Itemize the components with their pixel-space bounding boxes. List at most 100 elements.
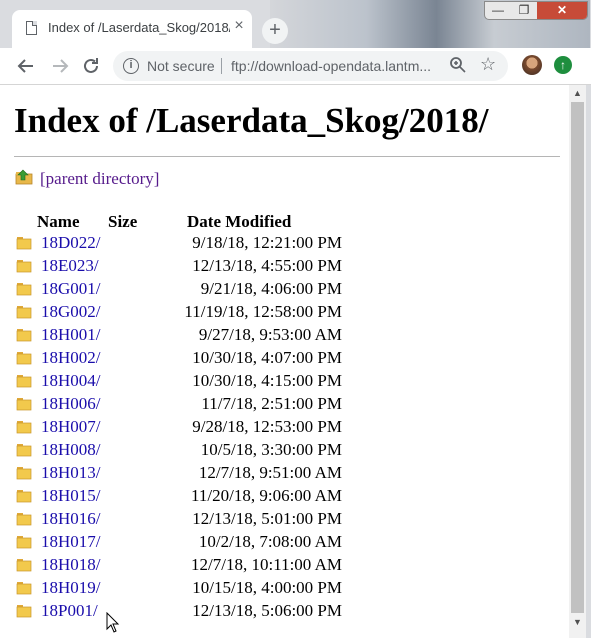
url-text[interactable]: ftp://download-opendata.lantm... bbox=[231, 58, 441, 74]
entry-name-link[interactable]: 18H007/ bbox=[41, 417, 101, 437]
entry-name-link[interactable]: 18H015/ bbox=[41, 486, 101, 506]
table-row: 18H019/10/15/18, 4:00:00 PM bbox=[0, 578, 560, 601]
entry-date: 9/27/18, 9:53:00 AM bbox=[198, 325, 342, 344]
security-label[interactable]: Not secure bbox=[147, 58, 215, 74]
column-header-size[interactable]: Size bbox=[108, 212, 137, 232]
table-row: 18E023/12/13/18, 4:55:00 PM bbox=[0, 256, 560, 279]
table-row: 18H015/11/20/18, 9:06:00 AM bbox=[0, 486, 560, 509]
star-icon[interactable]: ☆ bbox=[480, 54, 496, 75]
table-row: 18G002/11/19/18, 12:58:00 PM bbox=[0, 302, 560, 325]
entry-name-link[interactable]: 18E023/ bbox=[41, 256, 99, 276]
entry-date: 9/28/18, 12:53:00 PM bbox=[192, 417, 342, 436]
folder-icon bbox=[16, 605, 32, 618]
page-icon bbox=[26, 21, 37, 35]
parent-folder-icon bbox=[15, 169, 33, 185]
divider bbox=[14, 156, 560, 157]
parent-directory-link[interactable]: [parent directory] bbox=[40, 169, 159, 189]
entry-date: 10/30/18, 4:15:00 PM bbox=[192, 371, 342, 390]
entry-name-link[interactable]: 18H001/ bbox=[41, 325, 101, 345]
arrow-left-icon bbox=[17, 59, 33, 73]
page-content: Index of /Laserdata_Skog/2018/ [parent d… bbox=[0, 85, 569, 638]
extension-icon[interactable]: ↑ bbox=[554, 56, 572, 74]
table-row: 18H001/9/27/18, 9:53:00 AM bbox=[0, 325, 560, 348]
folder-icon bbox=[16, 260, 32, 273]
entry-name-link[interactable]: 18H017/ bbox=[41, 532, 101, 552]
table-row: 18H018/12/7/18, 10:11:00 AM bbox=[0, 555, 560, 578]
table-row: 18P001/12/13/18, 5:06:00 PM bbox=[0, 601, 560, 624]
entry-name-link[interactable]: 18H008/ bbox=[41, 440, 101, 460]
entry-date: 12/13/18, 4:55:00 PM bbox=[192, 256, 342, 275]
reload-icon bbox=[84, 58, 98, 73]
scroll-up-icon[interactable]: ▲ bbox=[569, 85, 586, 101]
folder-icon bbox=[16, 513, 32, 526]
folder-icon bbox=[16, 490, 32, 503]
entry-name-link[interactable]: 18H016/ bbox=[41, 509, 101, 529]
entry-date: 12/7/18, 10:11:00 AM bbox=[191, 555, 342, 574]
column-header-date[interactable]: Date Modified bbox=[187, 212, 291, 232]
scroll-down-icon[interactable]: ▼ bbox=[569, 614, 586, 630]
cursor-icon bbox=[106, 612, 120, 633]
folder-icon bbox=[16, 444, 32, 457]
column-header-name[interactable]: Name bbox=[37, 212, 79, 232]
folder-icon bbox=[16, 398, 32, 411]
info-icon[interactable]: i bbox=[123, 58, 139, 74]
folder-icon bbox=[16, 582, 32, 595]
reload-button[interactable] bbox=[79, 54, 103, 78]
window-border bbox=[586, 85, 591, 638]
folder-icon bbox=[16, 306, 32, 319]
maximize-button[interactable]: ❐ bbox=[511, 2, 537, 19]
browser-tab[interactable]: Index of /Laserdata_Skog/2018/ × bbox=[12, 10, 252, 48]
table-row: 18H008/10/5/18, 3:30:00 PM bbox=[0, 440, 560, 463]
entry-name-link[interactable]: 18G001/ bbox=[41, 279, 101, 299]
entry-date: 12/7/18, 9:51:00 AM bbox=[198, 463, 342, 482]
new-tab-button[interactable]: + bbox=[262, 18, 288, 44]
entry-name-link[interactable]: 18G002/ bbox=[41, 302, 101, 322]
vertical-scrollbar[interactable]: ▲ ▼ bbox=[569, 85, 586, 638]
table-row: 18H004/10/30/18, 4:15:00 PM bbox=[0, 371, 560, 394]
table-row: 18D022/9/18/18, 12:21:00 PM bbox=[0, 233, 560, 256]
entry-name-link[interactable]: 18H004/ bbox=[41, 371, 101, 391]
entry-date: 9/21/18, 4:06:00 PM bbox=[200, 279, 342, 298]
divider bbox=[221, 58, 222, 74]
arrow-right-icon bbox=[53, 59, 69, 73]
table-row: 18H013/12/7/18, 9:51:00 AM bbox=[0, 463, 560, 486]
entry-name-link[interactable]: 18H002/ bbox=[41, 348, 101, 368]
avatar[interactable] bbox=[522, 55, 542, 75]
entry-name-link[interactable]: 18H019/ bbox=[41, 578, 101, 598]
entry-date: 10/2/18, 7:08:00 AM bbox=[198, 532, 342, 551]
address-bar[interactable]: i Not secure ftp://download-opendata.lan… bbox=[113, 51, 508, 81]
entry-name-link[interactable]: 18H013/ bbox=[41, 463, 101, 483]
back-button[interactable] bbox=[14, 54, 38, 78]
entry-date: 11/7/18, 2:51:00 PM bbox=[201, 394, 342, 413]
table-row: 18H016/12/13/18, 5:01:00 PM bbox=[0, 509, 560, 532]
page-title: Index of /Laserdata_Skog/2018/ bbox=[14, 101, 489, 140]
minimize-button[interactable]: — bbox=[485, 2, 511, 19]
folder-icon bbox=[16, 375, 32, 388]
folder-icon bbox=[16, 421, 32, 434]
entry-date: 10/15/18, 4:00:00 PM bbox=[192, 578, 342, 597]
table-row: 18G001/9/21/18, 4:06:00 PM bbox=[0, 279, 560, 302]
folder-icon bbox=[16, 237, 32, 250]
entry-date: 11/19/18, 12:58:00 PM bbox=[184, 302, 342, 321]
scrollbar-thumb[interactable] bbox=[571, 102, 584, 613]
tab-close-icon[interactable]: × bbox=[231, 18, 247, 34]
zoom-icon[interactable] bbox=[449, 56, 467, 74]
entry-name-link[interactable]: 18D022/ bbox=[41, 233, 101, 253]
entry-date: 9/18/18, 12:21:00 PM bbox=[192, 233, 342, 252]
entry-date: 12/13/18, 5:06:00 PM bbox=[192, 601, 342, 620]
entry-name-link[interactable]: 18P001/ bbox=[41, 601, 98, 621]
close-window-button[interactable]: ✕ bbox=[537, 2, 587, 19]
table-row: 18H002/10/30/18, 4:07:00 PM bbox=[0, 348, 560, 371]
table-row: 18H007/9/28/18, 12:53:00 PM bbox=[0, 417, 560, 440]
folder-icon bbox=[16, 536, 32, 549]
window-controls: — ❐ ✕ bbox=[484, 1, 588, 20]
forward-button[interactable] bbox=[48, 54, 72, 78]
entry-date: 10/5/18, 3:30:00 PM bbox=[200, 440, 342, 459]
entry-name-link[interactable]: 18H018/ bbox=[41, 555, 101, 575]
folder-icon bbox=[16, 559, 32, 572]
entry-name-link[interactable]: 18H006/ bbox=[41, 394, 101, 414]
folder-icon bbox=[16, 467, 32, 480]
entry-date: 12/13/18, 5:01:00 PM bbox=[192, 509, 342, 528]
folder-icon bbox=[16, 352, 32, 365]
folder-icon bbox=[16, 283, 32, 296]
